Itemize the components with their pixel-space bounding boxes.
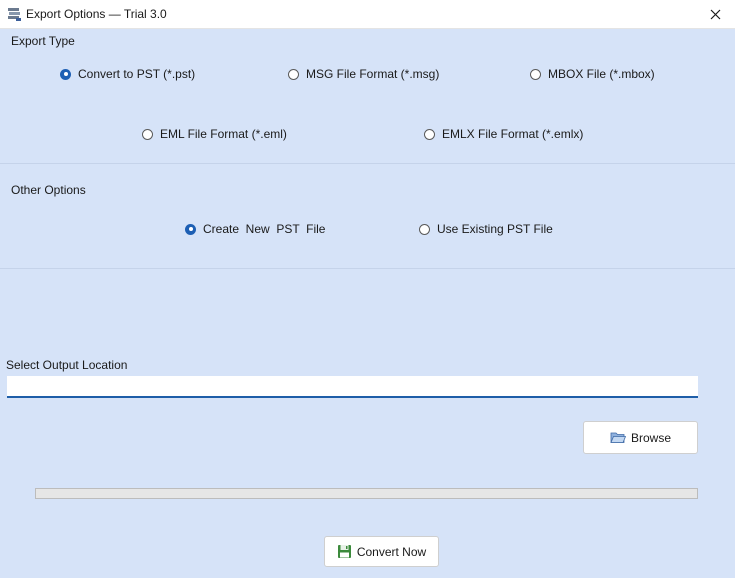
output-location-input[interactable]: [7, 376, 698, 398]
close-button[interactable]: [695, 0, 735, 28]
browse-button[interactable]: Browse: [583, 421, 698, 454]
convert-now-button[interactable]: Convert Now: [324, 536, 439, 567]
radio-label: Use Existing PST File: [437, 222, 553, 236]
radio-use-existing-pst[interactable]: Use Existing PST File: [419, 222, 553, 236]
radio-convert-pst[interactable]: Convert to PST (*.pst): [60, 67, 195, 81]
title-bar: Export Options — Trial 3.0: [0, 0, 735, 29]
radio-label: Convert to PST (*.pst): [78, 67, 196, 81]
output-location-label: Select Output Location: [6, 358, 128, 372]
radio-emlx-format[interactable]: EMLX File Format (*.emlx): [424, 127, 583, 141]
radio-label: MSG File Format (*.msg): [306, 67, 440, 81]
radio-indicator: [419, 223, 430, 235]
radio-label: MBOX File (*.mbox): [548, 67, 655, 81]
radio-msg-format[interactable]: MSG File Format (*.msg): [288, 67, 439, 81]
radio-indicator: [142, 128, 153, 140]
export-type-label: Export Type: [11, 34, 75, 48]
radio-eml-format[interactable]: EML File Format (*.eml): [142, 127, 287, 141]
save-icon: [337, 544, 352, 559]
radio-label: EML File Format (*.eml): [160, 127, 287, 141]
convert-now-label: Convert Now: [356, 544, 427, 559]
radio-indicator: [60, 68, 71, 80]
radio-label: Create New PST File: [203, 222, 326, 236]
other-options-panel: Other Options Create New PST File Use Ex…: [0, 164, 735, 269]
export-type-panel: Export Type Convert to PST (*.pst) MSG F…: [0, 29, 735, 164]
radio-indicator: [424, 128, 435, 140]
radio-label: EMLX File Format (*.emlx): [442, 127, 584, 141]
stacked-folders-icon: [8, 8, 21, 21]
other-options-label: Other Options: [11, 183, 86, 197]
radio-indicator: [185, 223, 196, 235]
radio-indicator: [530, 68, 541, 80]
radio-create-new-pst[interactable]: Create New PST File: [185, 222, 325, 236]
radio-indicator: [288, 68, 299, 80]
progress-bar: [35, 488, 698, 499]
radio-mbox-file[interactable]: MBOX File (*.mbox): [530, 67, 655, 81]
folder-open-icon: [610, 431, 626, 444]
window-title: Export Options — Trial 3.0: [26, 7, 167, 21]
close-icon: [710, 9, 720, 19]
browse-label: Browse: [630, 430, 671, 445]
